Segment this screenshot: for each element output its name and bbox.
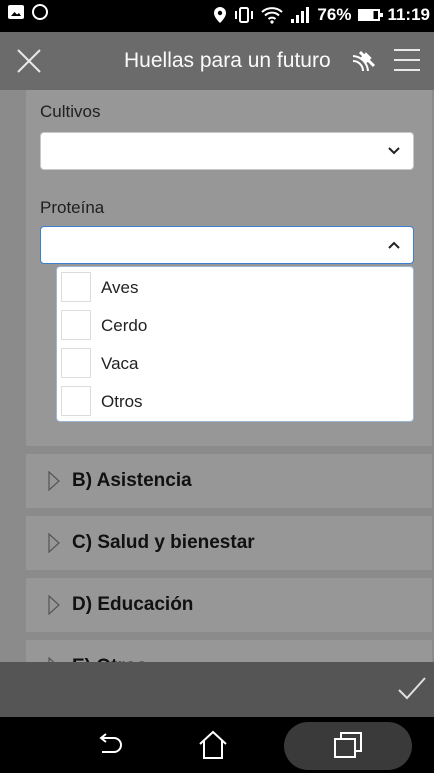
proteina-select[interactable] [40,226,414,264]
wifi-icon [261,7,284,24]
satellite-icon[interactable] [348,46,378,76]
checkbox[interactable] [61,348,91,378]
triangle-right-icon [48,471,60,491]
back-icon[interactable] [92,729,126,761]
checkbox[interactable] [61,272,91,302]
footer-bar [0,662,434,717]
section-b[interactable]: B) Asistencia [26,454,432,508]
cultivos-select[interactable] [40,132,414,170]
option-otros[interactable]: Otros [61,384,409,420]
option-cerdo[interactable]: Cerdo [61,308,409,344]
option-label: Cerdo [101,316,148,335]
option-label: Otros [101,392,143,411]
app-bar: Huellas para un futuro [0,32,434,90]
chevron-up-icon [388,241,400,249]
triangle-right-icon [48,533,60,553]
check-icon[interactable] [396,674,428,704]
location-icon [214,7,227,23]
form-content: Cultivos Proteína Aves Cerdo Vaca Otros … [0,90,434,694]
option-vaca[interactable]: Vaca [61,346,409,382]
checkbox[interactable] [61,310,91,340]
checkbox[interactable] [61,386,91,416]
app-title: Huellas para un futuro [124,49,331,72]
battery-icon [358,9,384,21]
option-label: Vaca [101,354,139,373]
menu-icon[interactable] [392,47,422,73]
cultivos-label: Cultivos [40,102,101,121]
option-aves[interactable]: Aves [61,270,409,306]
status-bar: 76% 11:19 [0,0,434,32]
proteina-dropdown: Aves Cerdo Vaca Otros [56,266,414,422]
close-icon[interactable] [14,46,44,76]
option-label: Aves [101,278,139,297]
section-c[interactable]: C) Salud y bienestar [26,516,432,570]
section-a-panel: Cultivos Proteína Aves Cerdo Vaca Otros [26,90,432,446]
chevron-down-icon [388,147,400,155]
recent-apps-icon[interactable] [331,729,365,761]
home-icon[interactable] [196,729,230,761]
vibrate-icon [235,7,254,23]
proteina-label: Proteína [40,198,105,217]
system-nav-bar [0,717,434,773]
signal-icon [291,7,310,23]
gallery-icon [8,5,24,19]
battery-percent: 76% [317,5,352,24]
section-title: B) Asistencia [72,470,192,491]
section-d[interactable]: D) Educación [26,578,432,632]
section-title: D) Educación [72,594,194,615]
triangle-right-icon [48,595,60,615]
section-title: C) Salud y bienestar [72,532,255,553]
whatsapp-icon [32,4,48,20]
clock: 11:19 [387,5,430,24]
